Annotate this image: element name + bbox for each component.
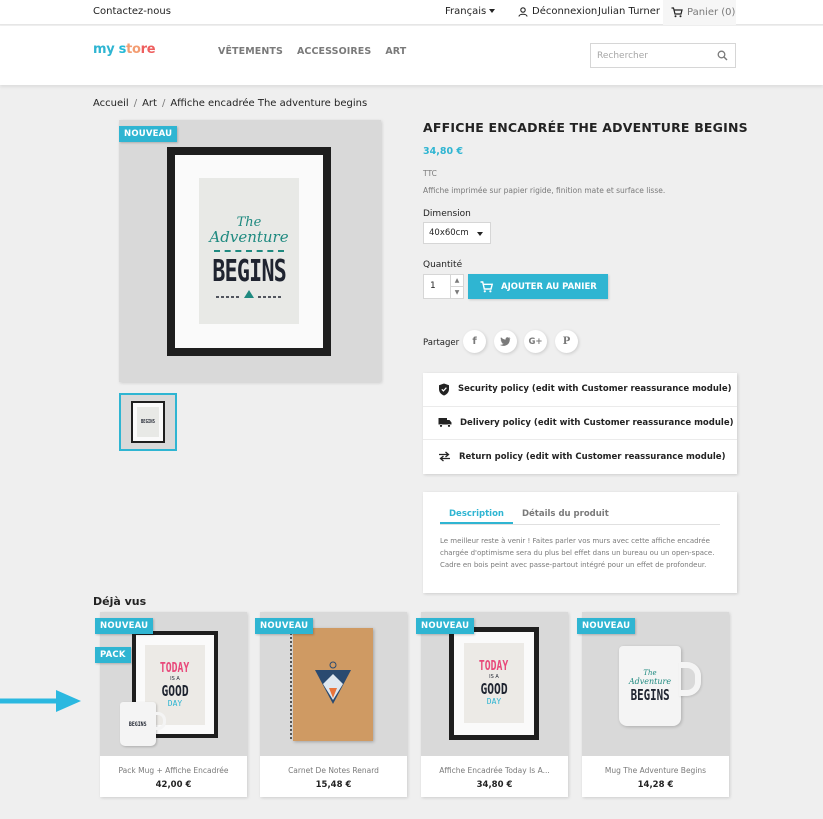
reassurance-block: Security policy (edit with Customer reas… — [423, 373, 737, 474]
dimension-value: 40x60cm — [429, 228, 469, 238]
tax-label: TTC — [423, 169, 437, 178]
tab-product-details[interactable]: Détails du produit — [513, 507, 618, 524]
swap-icon — [439, 451, 450, 462]
caret-down-icon — [489, 9, 496, 13]
new-flag: NOUVEAU — [95, 618, 154, 634]
product-thumbnail[interactable]: BEGINS — [119, 393, 177, 451]
breadcrumb-current[interactable]: Affiche encadrée The adventure begins — [170, 98, 367, 109]
poster-dash-line — [214, 249, 284, 252]
facebook-share-icon[interactable]: f — [463, 330, 486, 353]
product-card-price: 42,00 € — [155, 780, 192, 790]
nav-item-vetements[interactable]: VÊTEMENTS — [218, 46, 283, 57]
breadcrumb-separator: / — [133, 98, 138, 109]
product-card-price: 15,48 € — [315, 780, 352, 790]
new-flag: NOUVEAU — [416, 618, 475, 634]
nav-item-art[interactable]: ART — [385, 46, 406, 57]
top-bar: Contactez-nous Français Déconnexion Juli… — [0, 0, 823, 25]
pinterest-share-icon[interactable]: P — [555, 330, 578, 353]
annotation-arrow-icon — [0, 690, 81, 712]
caret-down-icon — [477, 232, 483, 236]
product-card[interactable]: The Adventure BEGINS NOUVEAU Mug The Adv… — [577, 612, 729, 797]
logout-link[interactable]: Déconnexion — [518, 6, 597, 17]
search-box — [590, 43, 736, 68]
breadcrumb-art[interactable]: Art — [142, 98, 157, 109]
poster-artwork: TODAY IS A GOOD DAY — [464, 643, 524, 723]
header: my store VÊTEMENTS ACCESSOIRES ART — [0, 26, 823, 85]
tab-list: Description Détails du produit — [440, 507, 720, 525]
twitter-share-icon[interactable]: t — [494, 330, 517, 353]
quantity-stepper[interactable]: 1 ▲ ▼ — [423, 274, 464, 299]
logout-label: Déconnexion — [532, 6, 598, 17]
cart-icon — [480, 280, 493, 292]
reassurance-security: Security policy (edit with Customer reas… — [423, 373, 737, 407]
main-nav: VÊTEMENTS ACCESSOIRES ART — [218, 46, 406, 57]
poster-artwork: The Adventure BEGINS — [199, 178, 299, 324]
product-card-name[interactable]: Pack Mug + Affiche Encadrée — [100, 766, 247, 775]
product-title: AFFICHE ENCADRÉE THE ADVENTURE BEGINS — [423, 120, 748, 135]
breadcrumb: Accueil / Art / Affiche encadrée The adv… — [93, 98, 367, 109]
mug-handle — [679, 662, 701, 696]
quantity-down-icon[interactable]: ▼ — [451, 287, 463, 299]
mug-body: The Adventure BEGINS — [619, 646, 681, 726]
search-icon[interactable] — [717, 50, 728, 61]
product-card-name[interactable]: Affiche Encadrée Today Is A... — [421, 766, 568, 775]
nav-item-accessoires[interactable]: ACCESSOIRES — [297, 46, 371, 57]
truck-icon — [438, 418, 452, 428]
breadcrumb-separator: / — [161, 98, 166, 109]
product-card[interactable]: TODAY IS A GOOD DAY NOUVEAU Affiche Enca… — [416, 612, 568, 797]
mug-body: BEGINS — [120, 702, 156, 746]
google-plus-share-icon[interactable]: G+ — [524, 330, 547, 353]
account-link[interactable]: Julian Turner — [598, 6, 660, 17]
pack-flag: PACK — [95, 647, 131, 663]
tab-description[interactable]: Description — [440, 507, 513, 524]
cart-label: Panier (0) — [687, 7, 736, 18]
quantity-arrows: ▲ ▼ — [450, 275, 463, 298]
shield-icon — [439, 383, 449, 396]
dimension-label: Dimension — [423, 209, 471, 219]
quantity-value[interactable]: 1 — [430, 281, 436, 291]
add-to-cart-button[interactable]: AJOUTER AU PANIER — [468, 274, 608, 299]
language-selector[interactable]: Français — [445, 6, 496, 17]
search-input[interactable] — [591, 44, 701, 67]
already-seen-title: Déjà vus — [93, 595, 147, 608]
new-flag: NOUVEAU — [577, 618, 636, 634]
description-text: Le meilleur reste à venir ! Faites parle… — [440, 537, 715, 569]
quantity-label: Quantité — [423, 260, 463, 270]
add-to-cart-label: AJOUTER AU PANIER — [501, 281, 597, 292]
cart-icon — [671, 7, 683, 18]
product-tabs: Description Détails du produit Le meille… — [423, 492, 737, 593]
product-card[interactable]: TODAY IS A GOOD DAY BEGINS NOUVEAU PACK … — [95, 612, 247, 797]
reassurance-delivery: Delivery policy (edit with Customer reas… — [423, 407, 737, 440]
reassurance-return: Return policy (edit with Customer reassu… — [423, 440, 737, 474]
share-label: Partager — [423, 338, 460, 348]
dimension-select[interactable]: 40x60cm — [423, 222, 491, 244]
product-card[interactable]: NOUVEAU Carnet De Notes Renard 15,48 € — [255, 612, 407, 797]
product-card-name[interactable]: Mug The Adventure Begins — [582, 766, 729, 775]
quantity-up-icon[interactable]: ▲ — [451, 275, 463, 287]
product-card-price: 14,28 € — [637, 780, 674, 790]
thumb-art: BEGINS — [137, 407, 159, 437]
fox-illustration — [315, 661, 351, 704]
store-logo[interactable]: my store — [93, 42, 156, 57]
new-flag: NOUVEAU — [119, 126, 178, 142]
cart-button[interactable]: Panier (0) — [663, 0, 736, 25]
moon-icon — [264, 205, 274, 215]
product-card-name[interactable]: Carnet De Notes Renard — [260, 766, 407, 775]
user-icon — [518, 6, 528, 17]
new-flag: NOUVEAU — [255, 618, 314, 634]
product-price: 34,80 € — [423, 146, 463, 157]
breadcrumb-home[interactable]: Accueil — [93, 98, 129, 109]
notebook-spiral — [290, 630, 296, 739]
language-label: Français — [445, 6, 487, 17]
short-description: Affiche imprimée sur papier rigide, fini… — [423, 186, 666, 195]
tent-icon — [216, 289, 282, 298]
product-main-image[interactable]: The Adventure BEGINS NOUVEAU — [119, 120, 381, 382]
contact-link[interactable]: Contactez-nous — [93, 6, 171, 17]
product-card-price: 34,80 € — [476, 780, 513, 790]
